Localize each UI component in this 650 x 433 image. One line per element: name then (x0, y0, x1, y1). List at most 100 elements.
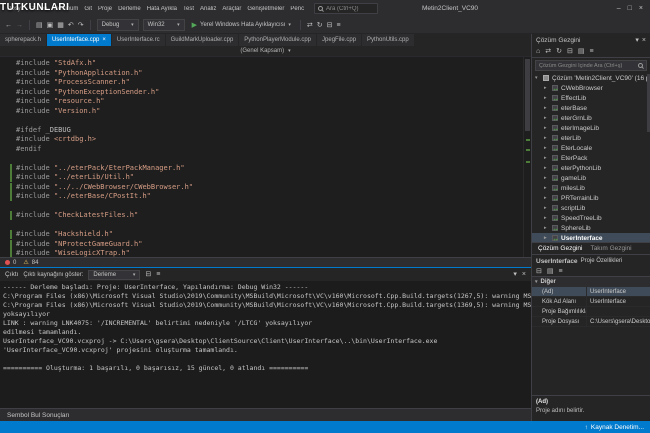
menu-analiz[interactable]: Analiz (197, 6, 219, 12)
solution-search-input[interactable]: Çözüm Gezgini İçinde Ara (Ctrl+ş) (535, 60, 647, 71)
new-file-icon[interactable]: ▤ (36, 22, 43, 29)
refresh-icon[interactable]: ↻ (317, 22, 323, 29)
chevron-right-icon[interactable]: ▸ (544, 135, 549, 141)
project-cwebbrowser[interactable]: ▸CWebBrowser (532, 83, 650, 93)
scrollbar-thumb[interactable] (525, 59, 530, 131)
property-row-proje-dosyası[interactable]: Proje DosyasıC:\Users\gsera\Desktop\Clie… (532, 317, 650, 327)
project-mileslib[interactable]: ▸milesLib (532, 183, 650, 193)
project-scriptlib[interactable]: ▸scriptLib (532, 203, 650, 213)
project-eterimagelib[interactable]: ▸eterImageLib (532, 123, 650, 133)
chevron-right-icon[interactable]: ▸ (544, 235, 549, 241)
project-effectlib[interactable]: ▸EffectLib (532, 93, 650, 103)
maximize-button[interactable]: □ (628, 5, 632, 12)
project-prterrainlib[interactable]: ▸PRTerrainLib (532, 193, 650, 203)
collapse-all-icon[interactable]: ⊟ (567, 48, 573, 55)
chevron-right-icon[interactable]: ▸ (544, 175, 549, 181)
project-spherelib[interactable]: ▸SphereLib (532, 223, 650, 233)
project-eterbase[interactable]: ▸eterBase (532, 103, 650, 113)
editor-scrollbar[interactable] (523, 57, 531, 257)
properties-object-dropdown[interactable]: UserInterface Proje Özellikleri (532, 255, 650, 267)
menu-test[interactable]: Test (180, 6, 197, 12)
tab-çözüm-gezgini[interactable]: Çözüm Gezgini (538, 245, 582, 252)
tab-userinterface-cpp[interactable]: UserInterface.cpp × (47, 34, 112, 46)
quick-search[interactable]: Ara (Ctrl+Q) (314, 3, 378, 14)
source-control-button[interactable]: ↑ Kaynak Denetim... (585, 424, 644, 431)
back-icon[interactable]: ← (5, 22, 12, 29)
chevron-right-icon[interactable]: ▸ (544, 95, 549, 101)
property-category[interactable]: ▾ Diğer (532, 277, 650, 287)
property-pages-icon[interactable]: ≡ (559, 268, 563, 275)
menu-git[interactable]: Git (81, 6, 95, 12)
tab-jpegfile-cpp[interactable]: JpegFile.cpp (317, 34, 363, 46)
forward-icon[interactable]: → (16, 22, 23, 29)
options-icon[interactable]: ≡ (337, 22, 341, 29)
platform-dropdown[interactable]: Win32 ▾ (142, 19, 185, 31)
minimize-button[interactable]: – (617, 5, 621, 12)
categorized-icon[interactable]: ⊟ (536, 268, 542, 275)
chevron-right-icon[interactable]: ▸ (544, 145, 549, 151)
chevron-right-icon[interactable]: ▸ (544, 105, 549, 111)
home-icon[interactable]: ⌂ (536, 48, 540, 55)
project-userinterface[interactable]: ▸UserInterface (532, 233, 650, 242)
find-symbol-results-panel[interactable]: Sembol Bul Sonuçları (0, 408, 531, 421)
close-button[interactable]: × (639, 5, 643, 12)
close-icon[interactable]: × (642, 37, 646, 44)
chevron-right-icon[interactable]: ▸ (544, 185, 549, 191)
project-eterlocale[interactable]: ▸EterLocale (532, 143, 650, 153)
chevron-right-icon[interactable]: ▸ (544, 85, 549, 91)
save-icon[interactable]: ▣ (47, 22, 54, 29)
attach-icon[interactable]: ⇄ (307, 22, 313, 29)
show-all-files-icon[interactable]: ▤ (578, 48, 585, 55)
undo-icon[interactable]: ↶ (68, 22, 74, 29)
output-source-dropdown[interactable]: Derleme ▾ (88, 269, 141, 280)
chevron-right-icon[interactable]: ▸ (544, 155, 549, 161)
tab-pythonutils-cpp[interactable]: PythonUtils.cpp (362, 34, 415, 46)
output-log[interactable]: ------ Derleme başladı: Proje: UserInter… (0, 281, 531, 408)
collapse-icon[interactable]: ⊟ (327, 22, 333, 29)
navigation-bar[interactable]: (Genel Kapsam) ▾ (0, 46, 531, 57)
menu-genişletmeler[interactable]: Genişletmeler (244, 6, 287, 12)
property-row-kök-ad-alanı[interactable]: Kök Ad Alanı UserInterface (532, 297, 650, 307)
chevron-down-icon[interactable]: ▾ (535, 75, 540, 81)
project-eterpythonlib[interactable]: ▸eterPythonLib (532, 163, 650, 173)
chevron-right-icon[interactable]: ▸ (544, 215, 549, 221)
menu-proje[interactable]: Proje (95, 6, 115, 12)
alphabetical-icon[interactable]: ▤ (547, 268, 554, 275)
start-debugging-button[interactable]: ▶ Yerel Windows Hata Ayıklayıcısı ▾ (189, 19, 294, 31)
word-wrap-icon[interactable]: ≡ (156, 271, 160, 278)
refresh-icon[interactable]: ↻ (556, 48, 562, 55)
window-position-icon[interactable]: ▾ (635, 37, 639, 44)
tab-userinterface-rc[interactable]: UserInterface.rc (111, 34, 166, 46)
property-row-ad[interactable]: (Ad) UserInterface (532, 287, 650, 297)
project-etergrnlib[interactable]: ▸eterGrnLib (532, 113, 650, 123)
code-area[interactable]: #include "StdAfx.h" #include "PythonAppli… (0, 57, 523, 257)
tab-takım-gezgini[interactable]: Takım Gezgini (590, 245, 631, 252)
window-position-icon[interactable]: ▾ (513, 271, 517, 278)
chevron-right-icon[interactable]: ▸ (544, 165, 549, 171)
property-row-proje-bağımlılıkları[interactable]: Proje Bağımlılıkları (532, 307, 650, 317)
redo-icon[interactable]: ↷ (78, 22, 84, 29)
menu-pencere[interactable]: Pencere (287, 6, 304, 12)
close-icon[interactable]: × (522, 271, 526, 278)
project-speedtreelib[interactable]: ▸SpeedTreeLib (532, 213, 650, 223)
menu-hata-ayıkla[interactable]: Hata Ayıkla (144, 6, 180, 12)
clear-output-icon[interactable]: ⊟ (145, 271, 151, 278)
chevron-right-icon[interactable]: ▸ (544, 195, 549, 201)
menu-araçlar[interactable]: Araçlar (219, 6, 244, 12)
project-eterlib[interactable]: ▸eterLib (532, 133, 650, 143)
configuration-dropdown[interactable]: Debug ▾ (96, 19, 139, 31)
sync-icon[interactable]: ⇄ (545, 48, 551, 55)
chevron-right-icon[interactable]: ▸ (544, 125, 549, 131)
menu-derleme[interactable]: Derleme (115, 6, 144, 12)
save-all-icon[interactable]: ▦ (57, 22, 64, 29)
chevron-right-icon[interactable]: ▸ (544, 225, 549, 231)
project-eterpack[interactable]: ▸EterPack (532, 153, 650, 163)
chevron-right-icon[interactable]: ▸ (544, 205, 549, 211)
tab-guildmarkuploader-cpp[interactable]: GuildMarkUploader.cpp (165, 34, 240, 46)
close-icon[interactable]: × (102, 37, 106, 43)
properties-icon[interactable]: ≡ (589, 48, 593, 55)
tab-spherepack-h[interactable]: spherepack.h (0, 34, 48, 46)
project-gamelib[interactable]: ▸gameLib (532, 173, 650, 183)
chevron-right-icon[interactable]: ▸ (544, 115, 549, 121)
solution-root[interactable]: ▾ Çözüm 'Metin2Client_VC90' (16 proje) (532, 73, 650, 83)
